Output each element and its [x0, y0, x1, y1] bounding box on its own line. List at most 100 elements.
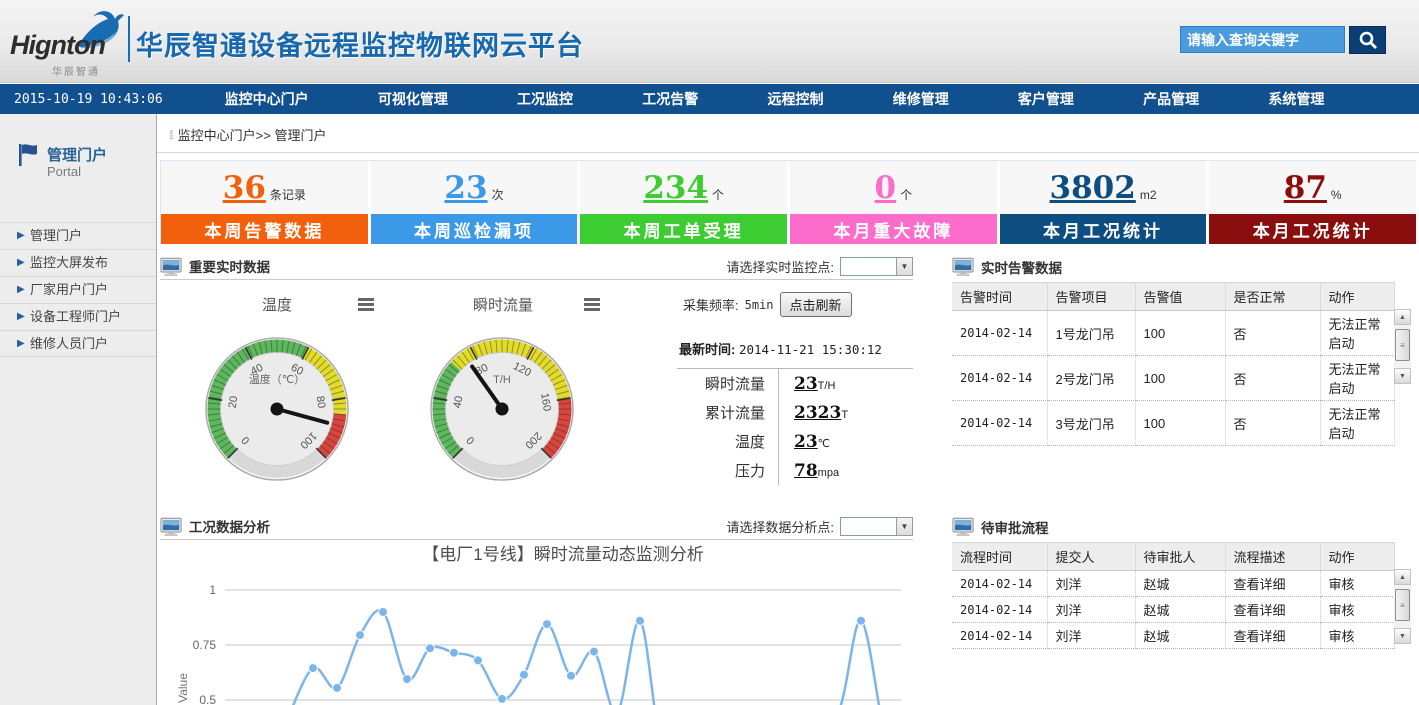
stat-card-label[interactable]: 本月重大故障 — [790, 214, 997, 244]
nav-item-maintenance[interactable]: 维修管理 — [893, 89, 949, 109]
stat-card-label[interactable]: 本周告警数据 — [161, 214, 368, 244]
sidebar-item-label: 设备工程师门户 — [30, 309, 121, 324]
search-input[interactable] — [1180, 26, 1345, 53]
stat-value-link[interactable]: 234 — [643, 170, 708, 206]
svg-text:0.75: 0.75 — [193, 638, 217, 652]
approval-row: 2014-02-14 刘洋 赵城 查看详细 审核 — [952, 623, 1394, 649]
stat-value-link[interactable]: 23 — [444, 170, 487, 206]
monitor-point-select[interactable]: ▼ — [840, 257, 913, 276]
sidebar-item-big-screen[interactable]: ▶ 监控大屏发布 — [0, 249, 156, 276]
sidebar-menu: ▶ 管理门户 ▶ 监控大屏发布 ▶ 厂家用户门户 ▶ 设备工程师门户 ▶ 维修人… — [0, 222, 156, 357]
scroll-down-icon[interactable]: ▼ — [1394, 368, 1411, 384]
alarm-table-scrollbar[interactable]: ▲ ≡ ▼ — [1394, 309, 1411, 384]
stat-unit: 个 — [712, 186, 724, 203]
nav-item-condition-monitor[interactable]: 工况监控 — [517, 89, 573, 109]
sidebar-item-factory-user[interactable]: ▶ 厂家用户门户 — [0, 276, 156, 303]
nav-item-customer[interactable]: 客户管理 — [1018, 89, 1074, 109]
review-link[interactable]: 审核 — [1320, 623, 1394, 649]
svg-text:温度（℃）: 温度（℃） — [249, 372, 305, 386]
stat-card-label[interactable]: 本周巡检漏项 — [371, 214, 578, 244]
review-link[interactable]: 审核 — [1320, 571, 1394, 597]
chevron-down-icon[interactable]: ▼ — [896, 257, 913, 276]
col-flow-time: 流程时间 — [952, 543, 1047, 571]
stat-value-link[interactable]: 87 — [1284, 170, 1327, 206]
col-alarm-value: 告警值 — [1135, 283, 1225, 311]
reading-value-link[interactable]: 2323 — [794, 403, 841, 423]
nav-item-condition-alarm[interactable]: 工况告警 — [642, 89, 698, 109]
stat-cards-row: 36条记录 本周告警数据 23次 本周巡检漏项 234个 本周工单受理 0个 本… — [160, 160, 1416, 244]
col-submitter: 提交人 — [1047, 543, 1135, 571]
monitor-icon — [160, 257, 182, 276]
scrollbar-thumb[interactable]: ≡ — [1395, 589, 1410, 621]
realtime-readings: 采集频率: 5min 点击刷新 最新时间: 2014-11-21 15:30:1… — [665, 292, 913, 485]
svg-text:20: 20 — [227, 395, 241, 409]
reading-value-link[interactable]: 78 — [794, 461, 818, 481]
latest-time-value: 2014-11-21 15:30:12 — [739, 342, 882, 357]
hamburger-menu-icon[interactable] — [584, 298, 600, 301]
table-header-row: 告警时间 告警项目 告警值 是否正常 动作 — [952, 283, 1394, 311]
stat-unit: 次 — [492, 186, 504, 203]
analysis-section-header: 工况数据分析 请选择数据分析点: ▼ — [160, 513, 913, 540]
stat-unit: 条记录 — [270, 186, 306, 203]
stat-card-label[interactable]: 本月工况统计 — [1209, 214, 1416, 244]
monitor-point-select-label: 请选择实时监控点: — [726, 257, 834, 276]
sidebar-item-label: 厂家用户门户 — [30, 282, 108, 297]
approval-table-scrollbar[interactable]: ▲ ≡ ▼ — [1394, 569, 1411, 644]
refresh-button[interactable]: 点击刷新 — [780, 292, 852, 317]
reading-value-link[interactable]: 23 — [794, 374, 818, 394]
breadcrumb-divider — [157, 152, 1419, 153]
main-navbar: 2015-10-19 10:43:06 监控中心门户 可视化管理 工况监控 工况… — [0, 84, 1419, 114]
svg-text:1: 1 — [209, 583, 216, 597]
view-detail-link[interactable]: 查看详细 — [1225, 623, 1320, 649]
analysis-point-select-value[interactable] — [840, 517, 896, 536]
stat-value-link[interactable]: 0 — [875, 170, 897, 206]
sidebar-item-admin-portal[interactable]: ▶ 管理门户 — [0, 222, 156, 249]
nav-item-remote-control[interactable]: 远程控制 — [767, 89, 823, 109]
view-detail-link[interactable]: 查看详细 — [1225, 597, 1320, 623]
nav-item-visualization[interactable]: 可视化管理 — [378, 89, 448, 109]
stat-card-monthly-failures: 0个 本月重大故障 — [790, 161, 997, 244]
logo: Hignton 华辰智通 — [10, 8, 128, 74]
sidebar-item-label: 管理门户 — [30, 228, 82, 243]
stat-value-link[interactable]: 3802 — [1050, 170, 1136, 206]
arrow-right-icon: ▶ — [17, 250, 25, 276]
scroll-up-icon[interactable]: ▲ — [1394, 569, 1411, 585]
stat-card-label[interactable]: 本月工况统计 — [1000, 214, 1207, 244]
monitor-point-select-value[interactable] — [840, 257, 896, 276]
stat-card-label[interactable]: 本周工单受理 — [580, 214, 787, 244]
table-header-row: 流程时间 提交人 待审批人 流程描述 动作 — [952, 543, 1394, 571]
nav-item-monitor-center[interactable]: 监控中心门户 — [225, 89, 309, 109]
svg-text:80: 80 — [314, 395, 328, 409]
freq-value: 5min — [745, 298, 774, 312]
scrollbar-thumb[interactable]: ≡ — [1395, 329, 1410, 361]
approval-section-title: 待审批流程 — [981, 517, 1049, 537]
analysis-point-select[interactable]: ▼ — [840, 517, 913, 536]
hamburger-menu-icon[interactable] — [358, 298, 374, 301]
stat-unit: m2 — [1140, 188, 1157, 202]
svg-text:T/H: T/H — [493, 374, 511, 386]
gauge-temperature-title: 温度 — [237, 294, 317, 315]
arrow-right-icon: ▶ — [17, 304, 25, 330]
monitor-icon — [160, 517, 182, 536]
reading-row-flow: 瞬时流量 23T/H — [677, 369, 913, 398]
search-button[interactable] — [1349, 26, 1386, 54]
search-icon — [1357, 29, 1379, 51]
dashboard-page: Hignton 华辰智通 华辰智通设备远程监控物联网云平台 2015-10-19… — [0, 0, 1419, 705]
stat-value-link[interactable]: 36 — [223, 170, 266, 206]
nav-item-system[interactable]: 系统管理 — [1268, 89, 1324, 109]
nav-item-product[interactable]: 产品管理 — [1143, 89, 1199, 109]
reading-row-total-flow: 累计流量 2323T — [677, 398, 913, 427]
chevron-down-icon[interactable]: ▼ — [896, 517, 913, 536]
stat-card-weekly-alarms: 36条记录 本周告警数据 — [161, 161, 368, 244]
view-detail-link[interactable]: 查看详细 — [1225, 571, 1320, 597]
gauge-flow-title: 瞬时流量 — [455, 294, 551, 315]
sidebar-item-repair-portal[interactable]: ▶ 维修人员门户 — [0, 330, 156, 357]
sidebar-item-engineer-portal[interactable]: ▶ 设备工程师门户 — [0, 303, 156, 330]
approval-section-header: 待审批流程 — [952, 513, 1413, 540]
stat-unit: 个 — [900, 186, 912, 203]
review-link[interactable]: 审核 — [1320, 597, 1394, 623]
app-header: Hignton 华辰智通 华辰智通设备远程监控物联网云平台 — [0, 0, 1419, 83]
reading-value-link[interactable]: 23 — [794, 432, 818, 452]
scroll-down-icon[interactable]: ▼ — [1394, 628, 1411, 644]
scroll-up-icon[interactable]: ▲ — [1394, 309, 1411, 325]
